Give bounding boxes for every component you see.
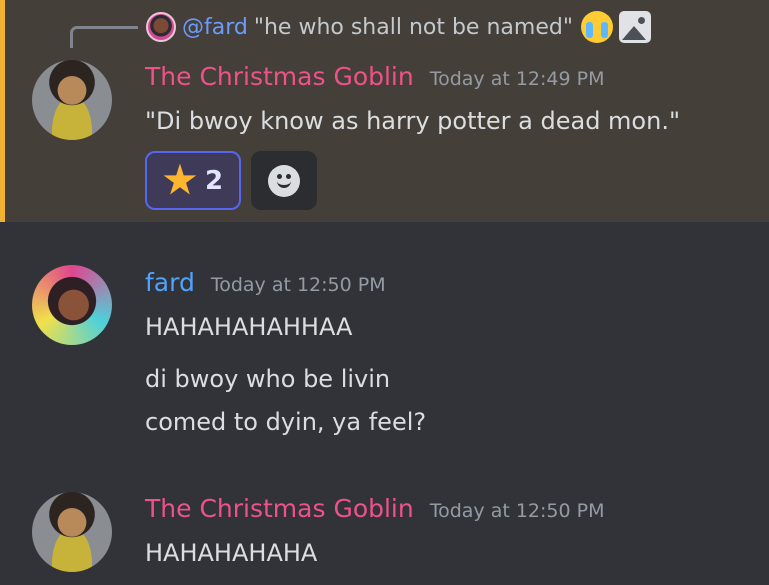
reply-quote[interactable]: "he who shall not be named" <box>254 15 573 40</box>
message-text: di bwoy who be livin <box>145 365 391 393</box>
reply-avatar[interactable] <box>146 12 176 42</box>
reply-reference[interactable]: @fard "he who shall not be named" <box>146 8 651 46</box>
star-icon <box>163 163 197 195</box>
message-header: The Christmas Goblin Today at 12:50 PM <box>145 494 605 523</box>
message-text: "Di bwoy know as harry potter a dead mon… <box>145 107 680 135</box>
avatar[interactable] <box>32 492 112 572</box>
message-header: The Christmas Goblin Today at 12:49 PM <box>145 62 605 91</box>
username[interactable]: The Christmas Goblin <box>145 494 414 523</box>
timestamp[interactable]: Today at 12:50 PM <box>430 500 605 522</box>
message-text: comed to dyin, ya feel? <box>145 408 427 436</box>
message-text: HAHAHAHAHA <box>145 539 318 567</box>
mention-highlight-bar <box>0 0 5 222</box>
message-text: HAHAHAHAHHAA <box>145 313 353 341</box>
reply-spine <box>70 26 138 48</box>
message-header: fard Today at 12:50 PM <box>145 268 386 297</box>
timestamp[interactable]: Today at 12:50 PM <box>211 274 386 296</box>
avatar[interactable] <box>32 265 112 345</box>
smile-icon <box>268 164 300 197</box>
username[interactable]: The Christmas Goblin <box>145 62 414 91</box>
crying-emoji-icon <box>580 11 613 43</box>
avatar[interactable] <box>32 60 112 140</box>
image-attachment-icon <box>618 11 651 43</box>
star-reaction-button[interactable]: 2 <box>145 151 241 210</box>
add-reaction-button[interactable] <box>251 151 317 210</box>
timestamp[interactable]: Today at 12:49 PM <box>430 68 605 90</box>
username[interactable]: fard <box>145 268 195 297</box>
reaction-count: 2 <box>204 165 224 196</box>
reply-mention[interactable]: @fard <box>182 15 248 40</box>
chat-messages: @fard "he who shall not be named" The Ch… <box>0 0 769 585</box>
